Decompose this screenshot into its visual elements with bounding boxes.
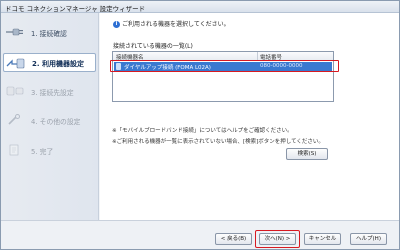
help-button[interactable]: ヘルプ(H) [350,233,387,245]
device-list-caption: 接続されている機器の一覧(L) [113,43,193,50]
footer-bar: < 戻る(B) 次へ(N) > キャンセル ヘルプ(H) [1,220,399,249]
instruction-text: i ご利用される機器を選択してください。 [113,19,230,28]
help-note: ※「モバイルブロードバンド接続」についてはヘルプをご確認ください。 [112,128,293,134]
instruction-label: ご利用される機器を選択してください。 [122,21,230,28]
step-device-settings: 2. 利用機器設定 [3,53,96,72]
step-other-settings: 4. その他の設定 [3,111,96,130]
step-label: 1. 接続確認 [31,30,67,38]
search-note: ※ご利用される機器が一覧に表示されていない場合、[検索]ボタンを押してください。 [112,139,324,145]
device-arrow-icon [6,57,26,69]
step-label: 4. その他の設定 [31,118,81,126]
step-label: 3. 接続先設定 [31,89,74,97]
step-label: 2. 利用機器設定 [32,60,84,68]
wizard-window: ドコモ コネクションマネージャ 設定ウィザード 1. 接続確認 2. 利用機器設… [0,0,400,250]
step-complete: 5. 完了 [3,141,96,160]
info-icon: i [113,21,120,28]
back-button[interactable]: < 戻る(B) [215,233,252,245]
device-list[interactable]: 接続機器名 電話番号 ダイヤルアップ接続 (FOMA L02A) 080-000… [112,51,334,102]
title-bar: ドコモ コネクションマネージャ 設定ウィザード [1,1,399,13]
document-icon [5,144,25,156]
connection-icon [5,85,25,97]
wizard-steps-sidebar: 1. 接続確認 2. 利用機器設定 3. 接続先設定 4. その他の設定 5. … [1,13,99,220]
next-button[interactable]: 次へ(N) > [259,233,296,245]
step-connection-check: 1. 接続確認 [3,23,96,42]
step-destination-settings: 3. 接続先設定 [3,82,96,101]
window-title: ドコモ コネクションマネージャ 設定ウィザード [5,5,146,13]
main-panel: i ご利用される機器を選択してください。 接続されている機器の一覧(L) 接続機器… [100,13,399,220]
cancel-button[interactable]: キャンセル [304,233,341,245]
selection-highlight-box [110,60,339,72]
wrench-icon [5,114,25,126]
step-label: 5. 完了 [31,148,54,156]
search-button[interactable]: 検索(S) [286,148,328,160]
cable-icon [5,26,25,38]
